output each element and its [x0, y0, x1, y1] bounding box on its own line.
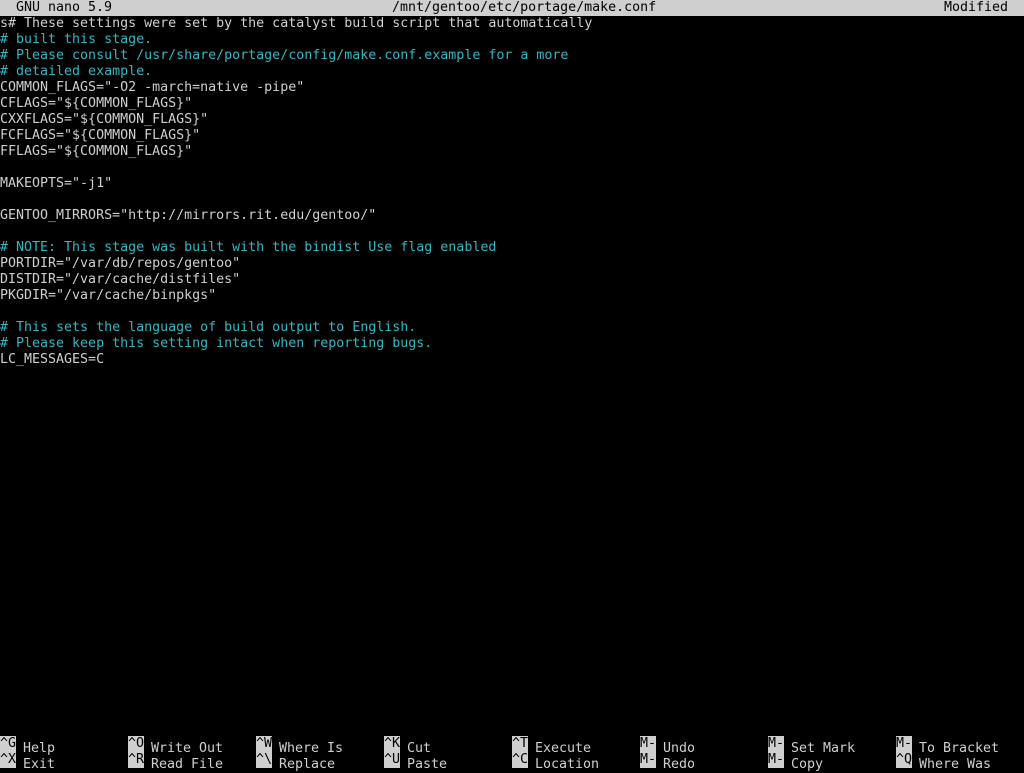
shortcut-key: ^Q — [896, 752, 912, 768]
shortcut-key: M-U — [640, 736, 656, 752]
modified-status: Modified — [943, 0, 1008, 15]
shortcut-key: ^W — [256, 736, 272, 752]
comment-line[interactable]: # built this stage. — [0, 32, 1024, 48]
config-line[interactable]: CFLAGS="${COMMON_FLAGS}" — [0, 96, 1024, 112]
comment-line[interactable]: # Please keep this setting intact when r… — [0, 336, 1024, 352]
config-line[interactable] — [0, 160, 1024, 176]
comment-line[interactable]: # detailed example. — [0, 64, 1024, 80]
config-line[interactable]: PORTDIR="/var/db/repos/gentoo" — [0, 256, 1024, 272]
config-line[interactable]: s# These settings were set by the cataly… — [0, 16, 1024, 32]
shortcut-key: ^T — [512, 736, 528, 752]
shortcut-key: ^O — [128, 736, 144, 752]
shortcut-label: Exit — [23, 757, 56, 772]
shortcut-label: Location — [535, 757, 600, 772]
config-line[interactable] — [0, 304, 1024, 320]
shortcut-key: M-] — [896, 736, 912, 752]
shortcut-label: Read File — [151, 757, 224, 772]
config-line[interactable]: FFLAGS="${COMMON_FLAGS}" — [0, 144, 1024, 160]
shortcut-label: Replace — [279, 757, 336, 772]
shortcut-key: M-A — [768, 736, 784, 752]
config-line[interactable]: COMMON_FLAGS="-O2 -march=native -pipe" — [0, 80, 1024, 96]
shortcut-key: ^C — [512, 752, 528, 768]
config-line[interactable]: LC_MESSAGES=C — [0, 352, 1024, 368]
shortcut-redo[interactable]: M-E Redo — [640, 752, 695, 772]
shortcut-key: ^K — [384, 736, 400, 752]
shortcut-label: Redo — [663, 757, 696, 772]
title-bar: GNU nano 5.9 /mnt/gentoo/etc/portage/mak… — [0, 0, 1024, 16]
config-line[interactable]: DISTDIR="/var/cache/distfiles" — [0, 272, 1024, 288]
app-version: GNU nano 5.9 — [16, 0, 113, 15]
shortcut-location[interactable]: ^C Location — [512, 752, 599, 772]
shortcut-key: M-6 — [768, 752, 784, 768]
config-line[interactable]: FCFLAGS="${COMMON_FLAGS}" — [0, 128, 1024, 144]
comment-line[interactable]: # NOTE: This stage was built with the bi… — [0, 240, 1024, 256]
shortcut-label: Copy — [791, 757, 824, 772]
file-path: /mnt/gentoo/etc/portage/make.conf — [392, 0, 657, 15]
editor-area[interactable]: s# These settings were set by the cataly… — [0, 16, 1024, 704]
shortcut-write-out[interactable]: ^O Write Out — [128, 736, 223, 756]
shortcut-where-was[interactable]: ^Q Where Was — [896, 752, 991, 772]
shortcut-help[interactable]: ^G Help — [0, 736, 55, 756]
shortcut-read-file[interactable]: ^R Read File — [128, 752, 223, 772]
config-line[interactable] — [0, 192, 1024, 208]
config-line[interactable]: PKGDIR="/var/cache/binpkgs" — [0, 288, 1024, 304]
config-line[interactable] — [0, 224, 1024, 240]
shortcut-replace[interactable]: ^\ Replace — [256, 752, 335, 772]
shortcut-copy[interactable]: M-6 Copy — [768, 752, 823, 772]
shortcut-execute[interactable]: ^T Execute — [512, 736, 591, 756]
shortcut-key: ^U — [384, 752, 400, 768]
shortcut-label: Paste — [407, 757, 448, 772]
comment-line[interactable]: # Please consult /usr/share/portage/conf… — [0, 48, 1024, 64]
shortcut-key: ^G — [0, 736, 16, 752]
shortcut-set-mark[interactable]: M-ASet Mark — [768, 736, 855, 756]
shortcut-key: ^\ — [256, 752, 272, 768]
shortcut-key: ^R — [128, 752, 144, 768]
shortcut-undo[interactable]: M-UUndo — [640, 736, 695, 756]
comment-line[interactable]: # This sets the language of build output… — [0, 320, 1024, 336]
config-line[interactable]: MAKEOPTS="-j1" — [0, 176, 1024, 192]
shortcut-cut[interactable]: ^K Cut — [384, 736, 431, 756]
config-line[interactable]: CXXFLAGS="${COMMON_FLAGS}" — [0, 112, 1024, 128]
shortcut-label: Where Was — [919, 757, 992, 772]
shortcut-key: ^X — [0, 752, 16, 768]
shortcut-paste[interactable]: ^U Paste — [384, 752, 447, 772]
shortcut-key: M-E — [640, 752, 656, 768]
shortcut-to-bracket[interactable]: M-]To Bracket — [896, 736, 999, 756]
shortcut-exit[interactable]: ^X Exit — [0, 752, 55, 772]
shortcut-where-is[interactable]: ^W Where Is — [256, 736, 343, 756]
config-line[interactable]: GENTOO_MIRRORS="http://mirrors.rit.edu/g… — [0, 208, 1024, 224]
